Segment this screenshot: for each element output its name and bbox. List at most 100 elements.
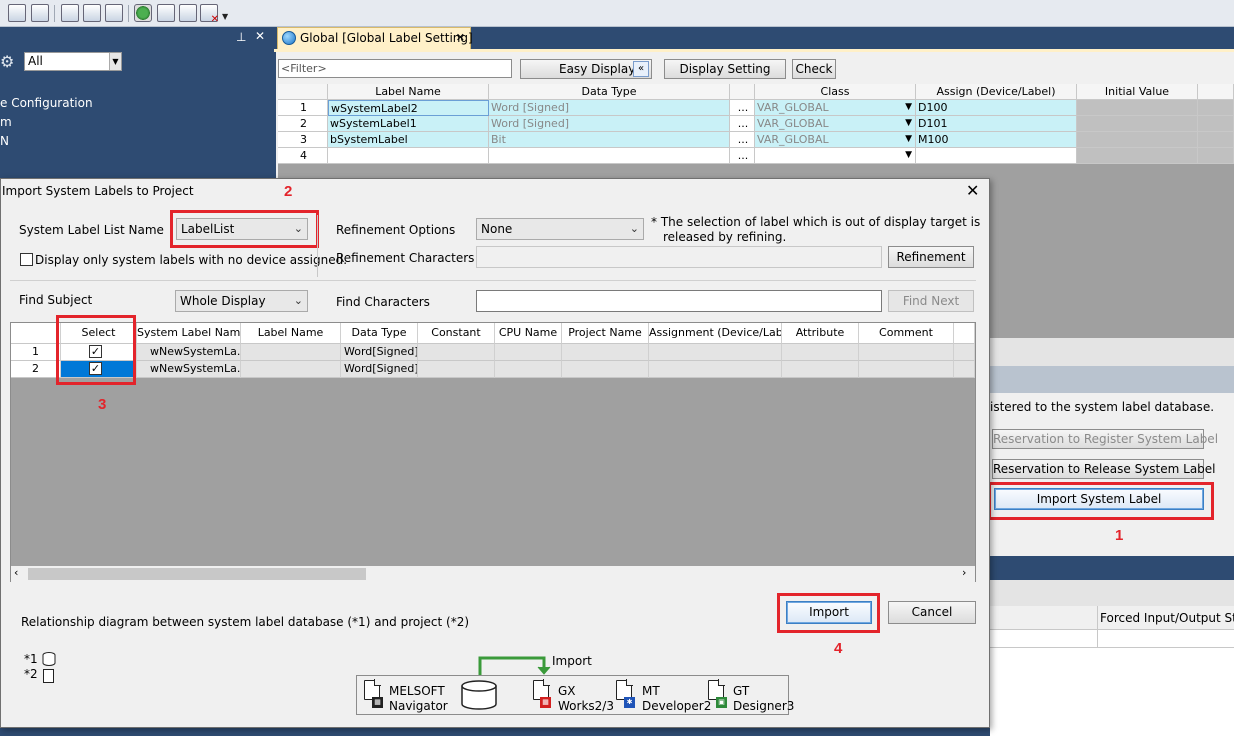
pin-icon[interactable]: ⊥ — [236, 30, 246, 44]
class-cell[interactable]: ▼ — [755, 148, 916, 164]
data-type-cell: Word[Signed] — [341, 361, 418, 378]
window2-icon[interactable] — [179, 4, 197, 22]
column-header[interactable]: Assign (Device/Label) — [916, 84, 1077, 100]
column-header[interactable]: Initial Value — [1077, 84, 1198, 100]
forced-io-row — [990, 630, 1234, 648]
nav-item[interactable]: e Configuration — [0, 96, 93, 110]
refinement-characters-input[interactable] — [476, 246, 882, 268]
assign-cell[interactable]: D100 — [916, 100, 1077, 116]
navigator-badge-icon: ▦ — [372, 697, 383, 708]
ellipsis-button[interactable]: ... — [730, 100, 755, 116]
data-type-cell[interactable] — [489, 148, 730, 164]
column-header-system-label-name[interactable]: System Label Name — [137, 323, 241, 344]
system-label-list-name-label: System Label List Name — [19, 223, 164, 237]
chevron-down-icon: ▼ — [905, 150, 912, 160]
device-icon[interactable] — [61, 4, 79, 22]
initial-value-cell — [1077, 100, 1198, 116]
window-icon[interactable] — [157, 4, 175, 22]
column-header-attribute[interactable]: Attribute — [782, 323, 859, 344]
data-type-cell[interactable]: Word [Signed] — [489, 116, 730, 132]
scrollbar-thumb[interactable] — [28, 568, 366, 580]
program-icon[interactable] — [8, 4, 26, 22]
grid-cell — [1198, 100, 1234, 116]
attribute-cell — [782, 361, 859, 378]
column-header[interactable]: Data Type — [489, 84, 730, 100]
column-header-data-type[interactable]: Data Type — [341, 323, 418, 344]
column-header[interactable]: Class — [755, 84, 916, 100]
project-name-cell — [562, 344, 649, 361]
data-type-cell[interactable]: Bit — [489, 132, 730, 148]
filter-input[interactable]: <Filter> — [278, 59, 512, 78]
check-button[interactable]: Check — [792, 59, 836, 79]
ellipsis-button[interactable]: ... — [730, 148, 755, 164]
class-cell[interactable]: VAR_GLOBAL ▼ — [755, 116, 916, 132]
display-setting-button[interactable]: Display Setting — [664, 59, 786, 79]
navigation-filter-select[interactable]: All ▼ — [24, 52, 122, 71]
easy-display-button[interactable]: Easy Display « — [520, 59, 652, 79]
collapse-icon[interactable]: « — [633, 61, 649, 77]
column-header-cpu-name[interactable]: CPU Name — [495, 323, 562, 344]
gear-icon[interactable]: ⚙ — [0, 52, 14, 71]
column-header-label-name[interactable]: Label Name — [241, 323, 341, 344]
refinement-button[interactable]: Refinement — [888, 246, 974, 268]
grid-corner — [278, 84, 328, 100]
ellipsis-button[interactable]: ... — [730, 116, 755, 132]
green-status-icon[interactable] — [134, 4, 152, 22]
data-type-cell[interactable]: Word [Signed] — [489, 100, 730, 116]
column-header-comment[interactable]: Comment — [859, 323, 954, 344]
assign-cell[interactable] — [916, 148, 1077, 164]
forced-io-column-header[interactable]: Forced Input/Output St — [1100, 611, 1234, 625]
database-icon — [42, 652, 56, 666]
column-header-assignment[interactable]: Assignment (Device/Label) — [649, 323, 782, 344]
lower-pane-toolbar — [990, 580, 1234, 606]
ellipsis-button[interactable]: ... — [730, 132, 755, 148]
refinement-options-select[interactable]: None ⌄ — [476, 218, 644, 240]
chevron-down-icon: ▼ — [905, 134, 912, 144]
class-cell[interactable]: VAR_GLOBAL ▼ — [755, 132, 916, 148]
label-name-cell[interactable] — [328, 148, 489, 164]
project-name-cell — [562, 361, 649, 378]
tab-global-label-setting[interactable]: Global [Global Label Setting] ✕ — [277, 27, 473, 49]
parameter-icon[interactable] — [105, 4, 123, 22]
label-name-cell[interactable]: wSystemLabel2 — [328, 100, 489, 116]
toolbar-overflow-icon[interactable]: ▼ — [222, 12, 228, 21]
scroll-right-icon[interactable]: › — [962, 566, 966, 579]
window-close-icon[interactable] — [200, 4, 219, 25]
gx-works-badge-icon: ▦ — [540, 697, 551, 708]
close-icon[interactable]: ✕ — [966, 181, 979, 200]
comment-cell — [859, 361, 954, 378]
attribute-cell — [782, 344, 859, 361]
grid-cell — [1198, 148, 1234, 164]
comment-cell — [859, 344, 954, 361]
assign-cell[interactable]: M100 — [916, 132, 1077, 148]
column-header-constant[interactable]: Constant — [418, 323, 495, 344]
display-only-unassigned-checkbox[interactable] — [20, 253, 33, 266]
reserve-release-button[interactable]: Reservation to Release System Label — [992, 459, 1216, 479]
row-number: 2 — [11, 361, 61, 378]
reserve-register-button[interactable]: Reservation to Register System Label — [992, 429, 1218, 449]
find-subject-select[interactable]: Whole Display ⌄ — [175, 290, 308, 312]
class-cell[interactable]: VAR_GLOBAL ▼ — [755, 100, 916, 116]
find-next-button[interactable]: Find Next — [888, 290, 974, 312]
label-name-cell[interactable]: wSystemLabel1 — [328, 116, 489, 132]
find-characters-input[interactable] — [476, 290, 882, 312]
assign-cell[interactable]: D101 — [916, 116, 1077, 132]
column-header-project-name[interactable]: Project Name — [562, 323, 649, 344]
nav-item[interactable]: N — [0, 134, 9, 148]
scroll-left-icon[interactable]: ‹ — [14, 566, 18, 579]
easy-display-label: Easy Display — [559, 62, 636, 76]
assignment-cell — [649, 361, 782, 378]
nav-item[interactable]: m — [0, 115, 12, 129]
grid-cell — [1198, 116, 1234, 132]
system-label-name-cell[interactable]: wNewSystemLa... — [137, 361, 241, 378]
system-label-name-cell[interactable]: wNewSystemLa... — [137, 344, 241, 361]
gx-label: GX — [558, 684, 576, 698]
close-icon[interactable]: ✕ — [255, 29, 265, 43]
label-icon[interactable] — [31, 4, 49, 22]
label-name-cell[interactable]: bSystemLabel — [328, 132, 489, 148]
column-header[interactable]: Label Name — [328, 84, 489, 100]
cancel-button[interactable]: Cancel — [888, 601, 976, 624]
designer-label: Designer3 — [733, 699, 795, 713]
monitor-icon[interactable] — [83, 4, 101, 22]
close-tab-icon[interactable]: ✕ — [456, 28, 465, 48]
